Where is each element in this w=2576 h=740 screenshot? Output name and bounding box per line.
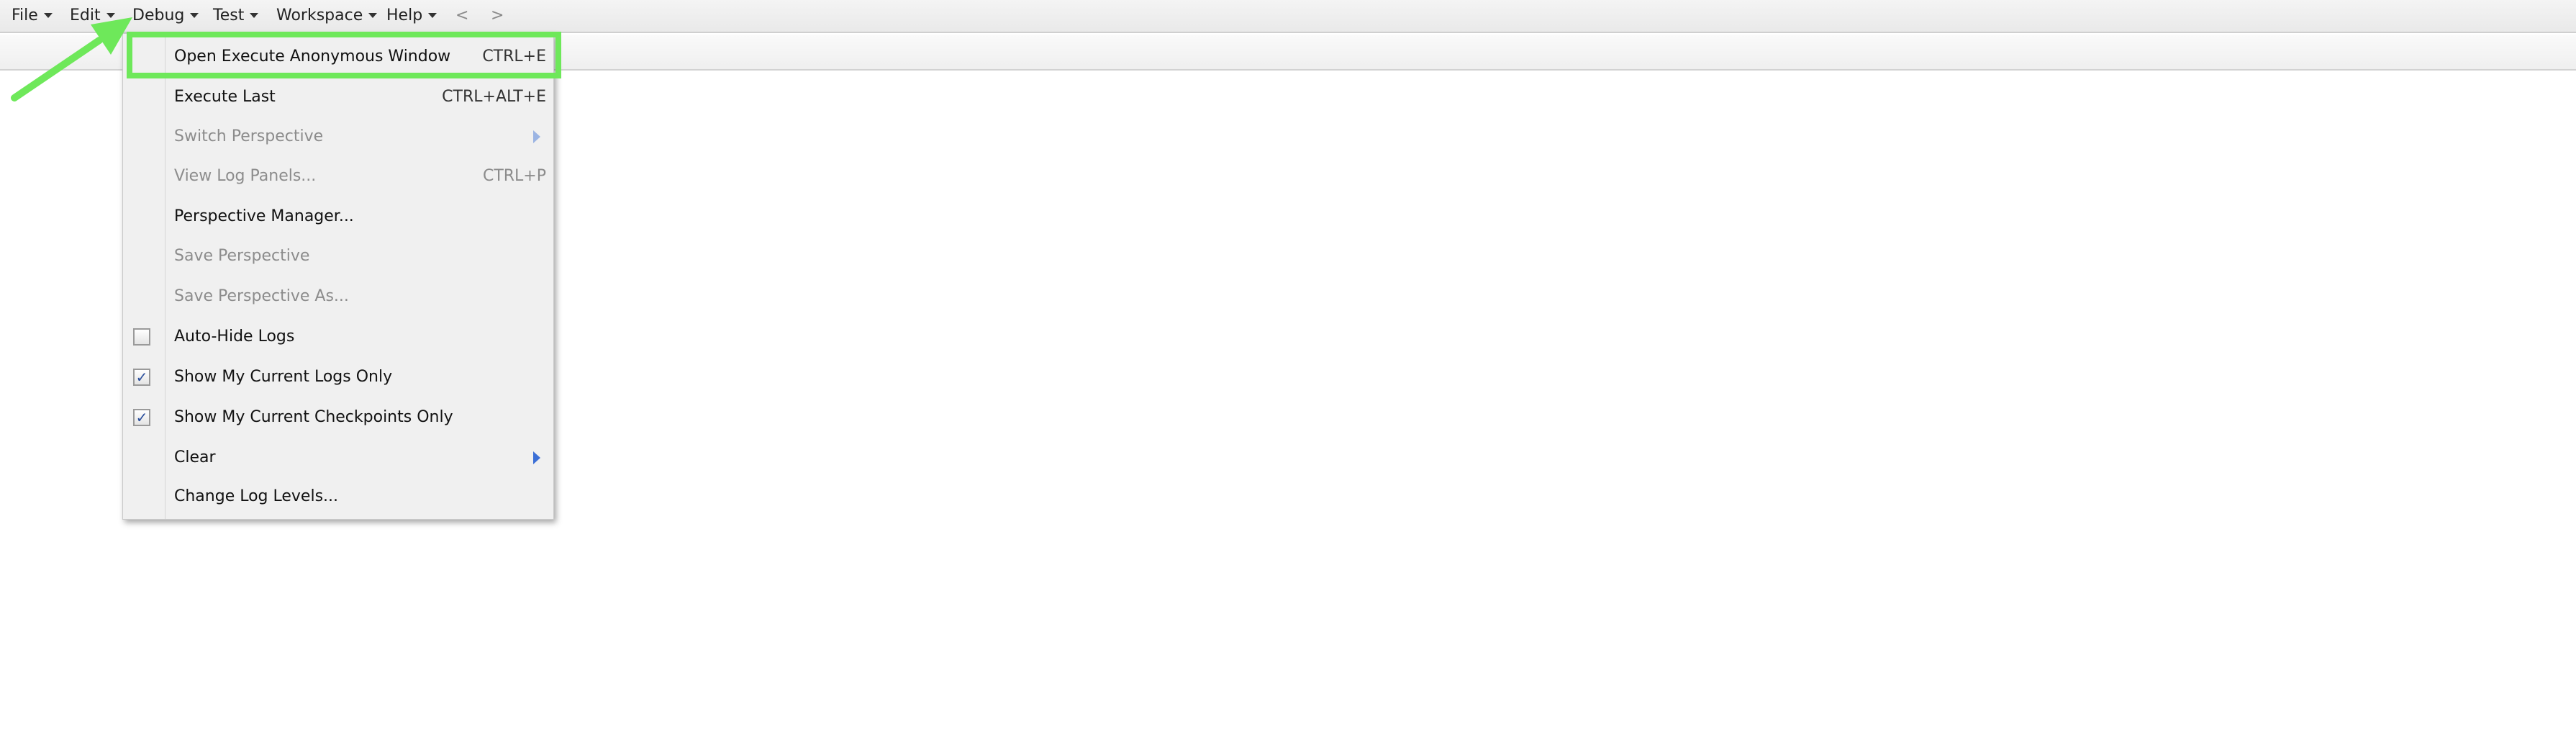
forward-arrow-icon[interactable]: > [491, 0, 504, 32]
chevron-right-icon [533, 451, 540, 464]
menu-workspace-label: Workspace [276, 6, 363, 24]
chevron-down-icon [106, 12, 115, 18]
chevron-down-icon [190, 12, 199, 18]
menu-help[interactable]: Help [386, 0, 437, 32]
auto-hide-logs-checkbox[interactable] [133, 328, 150, 346]
menu-item-view-log-panels[interactable]: View Log Panels... CTRL+P [123, 156, 555, 197]
menu-bar: File Edit Debug Test Workspace Help < > [0, 0, 2576, 33]
menu-item-perspective-manager[interactable]: Perspective Manager... [123, 197, 555, 237]
show-current-checkpoints-checkbox[interactable]: ✓ [133, 409, 150, 426]
menu-item-shortcut: CTRL+ALT+E [442, 88, 546, 106]
menu-file-label: File [12, 6, 38, 24]
menu-workspace[interactable]: Workspace [276, 0, 378, 32]
menu-item-label: Execute Last [174, 88, 276, 106]
menu-item-execute-last[interactable]: Execute Last CTRL+ALT+E [123, 77, 555, 117]
chevron-down-icon [43, 12, 53, 18]
menu-item-label: Show My Current Logs Only [174, 368, 393, 386]
menu-item-label: Save Perspective As... [174, 287, 349, 305]
menu-item-clear[interactable]: Clear [123, 438, 555, 478]
menu-item-save-perspective-as[interactable]: Save Perspective As... [123, 276, 555, 317]
menu-item-change-log-levels[interactable]: Change Log Levels... [123, 477, 555, 517]
menu-item-label: Clear [174, 448, 216, 466]
menu-edit-label: Edit [70, 6, 101, 24]
menu-file[interactable]: File [12, 0, 53, 32]
menu-item-label: Show My Current Checkpoints Only [174, 408, 453, 426]
menu-item-label: Save Perspective [174, 247, 310, 265]
menu-item-show-current-checkpoints[interactable]: ✓ Show My Current Checkpoints Only [123, 397, 555, 438]
menu-item-show-current-logs[interactable]: ✓ Show My Current Logs Only [123, 357, 555, 397]
menu-item-label: Open Execute Anonymous Window [174, 48, 451, 66]
menu-item-shortcut: CTRL+P [482, 167, 546, 185]
chevron-right-icon [533, 130, 540, 143]
chevron-down-icon [368, 12, 378, 18]
menu-help-label: Help [386, 6, 423, 24]
chevron-down-icon [250, 12, 259, 18]
menu-item-switch-perspective[interactable]: Switch Perspective [123, 117, 555, 157]
menu-debug[interactable]: Debug [132, 0, 199, 32]
back-arrow-icon[interactable]: < [455, 0, 468, 32]
menu-item-auto-hide-logs[interactable]: Auto-Hide Logs [123, 317, 555, 357]
menu-item-label: Switch Perspective [174, 127, 324, 145]
show-current-logs-checkbox[interactable]: ✓ [133, 369, 150, 386]
menu-item-label: Perspective Manager... [174, 207, 354, 225]
menu-item-label: View Log Panels... [174, 167, 317, 185]
menu-test[interactable]: Test [213, 0, 259, 32]
debug-dropdown-menu: Open Execute Anonymous Window CTRL+E Exe… [122, 33, 554, 520]
menu-edit[interactable]: Edit [70, 0, 115, 32]
menu-debug-label: Debug [132, 6, 185, 24]
menu-item-label: Auto-Hide Logs [174, 328, 295, 346]
menu-test-label: Test [213, 6, 245, 24]
menu-item-save-perspective[interactable]: Save Perspective [123, 236, 555, 276]
menu-item-open-execute-anonymous[interactable]: Open Execute Anonymous Window CTRL+E [123, 37, 555, 77]
chevron-down-icon [428, 12, 437, 18]
menu-item-label: Change Log Levels... [174, 487, 339, 505]
menu-item-shortcut: CTRL+E [482, 48, 546, 66]
